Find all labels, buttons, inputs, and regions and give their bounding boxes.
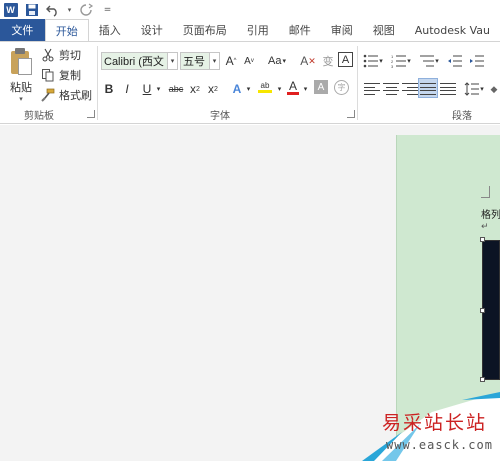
strikethrough-button[interactable]: abc	[166, 80, 186, 98]
paste-label: 粘贴	[10, 80, 32, 94]
numbering-button[interactable]: 123 ▾	[390, 52, 412, 70]
scissors-icon	[41, 48, 55, 62]
highlight-dropdown-icon[interactable]: ▾	[276, 80, 283, 98]
image-resize-handle[interactable]	[480, 377, 485, 382]
tab-references[interactable]: 引用	[237, 19, 279, 41]
text-effects-dropdown-icon[interactable]: ▾	[245, 80, 252, 98]
grow-font-button[interactable]: A ^	[224, 52, 238, 70]
font-size-field[interactable]: 五号	[180, 52, 210, 70]
paste-dropdown-icon[interactable]: ▾	[19, 95, 23, 103]
decrease-indent-button[interactable]	[446, 52, 464, 70]
font-name-dropdown-icon[interactable]: ▾	[168, 52, 178, 70]
word-icon[interactable]: W	[3, 2, 18, 17]
line-spacing-button[interactable]: ▾	[462, 80, 486, 98]
watermark-title: 易采站长站	[382, 412, 488, 434]
font-group-label: 字体	[210, 111, 230, 122]
tab-home[interactable]: 开始	[44, 19, 89, 41]
tab-insert[interactable]: 插入	[89, 19, 131, 41]
svg-text:3: 3	[391, 64, 394, 68]
underline-dropdown-icon[interactable]: ▾	[155, 80, 162, 98]
customize-icon[interactable]: =	[100, 2, 115, 17]
cut-label: 剪切	[59, 49, 81, 62]
clipboard-group-label: 剪贴板	[24, 111, 54, 122]
redo-icon[interactable]	[79, 2, 94, 17]
ribbon-tabs: 文件 开始 插入 设计 页面布局 引用 邮件 审阅 视图 Autodesk Va…	[0, 19, 500, 41]
underline-button[interactable]: U	[140, 80, 154, 98]
tab-view[interactable]: 视图	[363, 19, 405, 41]
title-bar: W ▾ =	[0, 0, 500, 19]
align-center-icon[interactable]	[383, 82, 399, 96]
superscript-button[interactable]: x2	[206, 80, 220, 98]
increase-indent-button[interactable]	[468, 52, 486, 70]
undo-dropdown-icon[interactable]: ▾	[66, 2, 73, 17]
align-left-icon[interactable]	[364, 82, 380, 96]
tab-mailings[interactable]: 邮件	[279, 19, 321, 41]
document-text[interactable]: 格列	[481, 206, 500, 221]
italic-button[interactable]: I	[120, 80, 134, 98]
group-divider	[357, 46, 358, 120]
bold-button[interactable]: B	[102, 80, 116, 98]
margin-corner-mark	[481, 186, 490, 198]
cut-button[interactable]: 剪切	[41, 47, 81, 63]
character-shading-button[interactable]: A	[314, 80, 328, 94]
font-name-field[interactable]: Calibri (西文	[101, 52, 168, 70]
tab-review[interactable]: 审阅	[321, 19, 363, 41]
justify-icon	[420, 82, 436, 96]
subscript-button[interactable]: x2	[188, 80, 202, 98]
tab-page-layout[interactable]: 页面布局	[173, 19, 237, 41]
copy-icon	[41, 68, 55, 82]
highlight-button[interactable]: ab	[256, 78, 274, 96]
clear-formatting-button[interactable]: A ✕	[300, 52, 316, 70]
tab-autodesk-vault[interactable]: Autodesk Vau	[405, 19, 500, 41]
tab-design[interactable]: 设计	[131, 19, 173, 41]
image-resize-handle[interactable]	[480, 308, 485, 313]
character-border-button[interactable]: A	[338, 52, 353, 67]
multilevel-list-button[interactable]: ▾	[418, 52, 440, 70]
copy-button[interactable]: 复制	[41, 67, 81, 83]
tab-file[interactable]: 文件	[0, 19, 45, 41]
paste-icon	[9, 47, 33, 76]
format-painter-icon	[41, 88, 55, 102]
paste-button[interactable]: 粘贴 ▾	[6, 46, 36, 104]
watermark-url: www.easck.com	[386, 438, 493, 452]
phonetic-guide-button[interactable]: 变	[320, 52, 336, 70]
paragraph-mark: ↵	[481, 222, 489, 232]
shading-button[interactable]: ◆	[488, 80, 500, 98]
enclose-characters-button[interactable]: 字	[334, 80, 349, 95]
group-divider	[97, 46, 98, 120]
font-color-dropdown-icon[interactable]: ▾	[302, 80, 309, 98]
text-effects-button[interactable]: A	[230, 80, 244, 98]
change-case-button[interactable]: Aa ▾	[266, 52, 288, 70]
undo-icon[interactable]	[45, 2, 60, 17]
font-color-button[interactable]: A	[286, 78, 300, 96]
font-dialog-launcher-icon[interactable]	[347, 110, 355, 118]
format-painter-button[interactable]: 格式刷	[41, 87, 92, 103]
align-right-icon[interactable]	[402, 82, 418, 96]
shrink-font-button[interactable]: Av	[242, 52, 256, 70]
distributed-icon[interactable]	[440, 82, 456, 96]
save-icon[interactable]	[24, 2, 39, 17]
copy-label: 复制	[59, 69, 81, 82]
clipboard-dialog-launcher-icon[interactable]	[87, 110, 95, 118]
bullets-button[interactable]: ▾	[362, 52, 384, 70]
format-painter-label: 格式刷	[59, 89, 92, 102]
paragraph-group-label: 段落	[452, 111, 472, 122]
font-size-dropdown-icon[interactable]: ▾	[210, 52, 220, 70]
ribbon: 粘贴 ▾ 剪切 复制 格式刷 剪贴板 Calibri (西文 ▾ 五号 ▾ A ^…	[0, 41, 500, 124]
image-resize-handle[interactable]	[480, 237, 485, 242]
